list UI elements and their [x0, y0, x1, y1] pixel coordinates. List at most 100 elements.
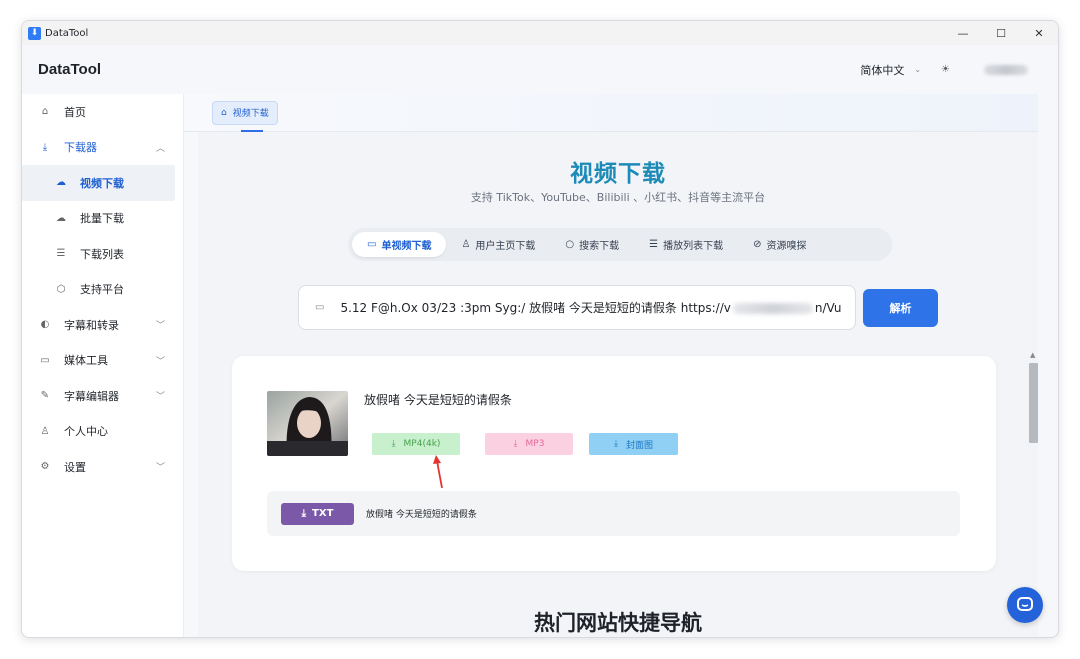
mode-tab-label: 资源嗅探 [766, 241, 807, 252]
list-icon: ☰ [649, 239, 659, 250]
video-icon: ▭ [367, 239, 377, 250]
video-icon: ▭ [315, 302, 325, 313]
sidebar-item-label: 字幕和转录 [64, 318, 119, 332]
download-mode-tabs: ▭ 单视频下载 ♙ 用户主页下载 ○ 搜索下载 ☰ 播放列表下载 ⊘ 资源嗅探 [348, 228, 892, 261]
sidebar-item-label: 个人中心 [64, 425, 108, 439]
close-button[interactable]: ✕ [1020, 21, 1058, 45]
chevron-down-icon: ﹀ [155, 356, 165, 367]
mode-tab-label: 单视频下载 [381, 241, 432, 252]
app-window: ⬇ DataTool — ☐ ✕ DataTool 简体中文 ⌄ ☀ ⌂ 首页 … [21, 20, 1059, 638]
home-icon: ⌂ [221, 107, 227, 118]
download-mp4-label: MP4(4k) [403, 439, 441, 449]
download-txt-button[interactable]: ⤓ TXT [281, 502, 354, 525]
home-icon: ⌂ [41, 106, 49, 118]
sidebar-item-home[interactable]: ⌂ 首页 [22, 94, 183, 130]
sidebar-item-video-download[interactable]: ☁ 视频下载 [22, 165, 175, 201]
mode-tab-single-video[interactable]: ▭ 单视频下载 [352, 232, 447, 257]
scroll-up-arrow-icon[interactable]: ▲ [1030, 351, 1035, 359]
sidebar-item-platforms[interactable]: ⬡ 支持平台 [22, 272, 183, 308]
mode-tab-user-profile[interactable]: ♙ 用户主页下载 [446, 232, 550, 257]
video-thumbnail[interactable] [267, 391, 348, 456]
sidebar-item-subtitle-editor[interactable]: ✎ 字幕编辑器 ﹀ [22, 378, 183, 414]
download-icon: ⤓ [614, 439, 618, 449]
minimize-button[interactable]: — [944, 21, 982, 45]
sidebar-item-media-tools[interactable]: ▭ 媒体工具 ﹀ [22, 343, 183, 379]
tab-video-download[interactable]: ⌂ 视频下载 [212, 100, 278, 132]
cube-icon: ⬡ [56, 283, 66, 295]
url-input[interactable]: ▭ 5.12 F@h.Ox 03/23 :3pm Syg:/ 放假啫 今天是短短… [298, 285, 856, 330]
download-icon: ⤓ [42, 141, 48, 153]
brand-name: DataTool [38, 61, 102, 78]
download-mp3-label: MP3 [525, 439, 545, 449]
chevron-down-icon: ⌄ [914, 65, 922, 74]
download-mp4-button[interactable]: ⤓ MP4(4k) [372, 433, 460, 455]
sidebar-item-profile[interactable]: ♙ 个人中心 [22, 414, 183, 450]
user-avatar-blurred[interactable] [984, 64, 1028, 75]
mic-icon: ◐ [40, 319, 50, 331]
edit-icon: ✎ [40, 390, 50, 402]
tabs-bar: ⌂ 视频下载 [184, 94, 1038, 132]
download-txt-label: TXT [312, 508, 334, 519]
download-icon: ⤓ [301, 508, 307, 519]
sidebar-item-settings[interactable]: ⚙ 设置 ﹀ [22, 449, 183, 485]
url-input-row: ▭ 5.12 F@h.Ox 03/23 :3pm Syg:/ 放假啫 今天是短短… [298, 285, 938, 330]
main-area: ⌂ 视频下载 视频下载 支持 TikTok、YouTube、Bilibili 、… [184, 94, 1038, 637]
mode-tab-label: 用户主页下载 [475, 241, 536, 252]
language-selector[interactable]: 简体中文 ⌄ [860, 62, 921, 78]
cloud-icon: ☁ [56, 212, 66, 224]
maximize-button[interactable]: ☐ [982, 21, 1020, 45]
user-icon: ♙ [461, 239, 471, 250]
user-icon: ♙ [40, 425, 50, 437]
transcript-title: 放假啫 今天是短短的请假条 [366, 510, 477, 520]
url-input-value: 5.12 F@h.Ox 03/23 :3pm Syg:/ 放假啫 今天是短短的请… [340, 299, 841, 316]
sidebar-item-label: 视频下载 [80, 176, 124, 190]
title-bar: ⬇ DataTool — ☐ ✕ [22, 21, 1058, 45]
chevron-down-icon: ﹀ [155, 321, 165, 332]
download-cover-button[interactable]: ⤓ 封面图 [589, 433, 678, 455]
compass-icon: ⊘ [753, 239, 762, 250]
sidebar-item-subtitles[interactable]: ◐ 字幕和转录 ﹀ [22, 307, 183, 343]
sidebar-item-label: 设置 [64, 460, 86, 474]
page-subtitle: 支持 TikTok、YouTube、Bilibili 、小红书、抖音等主流平台 [470, 191, 766, 204]
redacted-url-part [732, 303, 813, 314]
settings-icon: ⚙ [40, 461, 50, 473]
page-title: 视频下载 [570, 161, 666, 187]
parse-button[interactable]: 解析 [863, 288, 938, 327]
download-mp3-button[interactable]: ⤓ MP3 [485, 433, 573, 455]
sidebar-item-label: 字幕编辑器 [64, 389, 119, 403]
chevron-up-icon: ︿ [155, 143, 165, 154]
page-content: 视频下载 支持 TikTok、YouTube、Bilibili 、小红书、抖音等… [198, 132, 1038, 637]
window-title: DataTool [45, 27, 89, 39]
chat-support-button[interactable] [1007, 587, 1043, 623]
mode-tab-playlist[interactable]: ☰ 播放列表下载 [634, 232, 738, 257]
sidebar-item-downloader[interactable]: ⤓ 下载器 ︿ [22, 130, 183, 166]
sidebar-item-label: 支持平台 [80, 283, 124, 297]
annotation-arrow-icon [433, 455, 443, 489]
sidebar: ⌂ 首页 ⤓ 下载器 ︿ ☁ 视频下载 ☁ 批量下载 ☰ 下载列表 ⬡ 支持平台… [22, 94, 184, 637]
sidebar-item-download-list[interactable]: ☰ 下载列表 [22, 236, 183, 272]
mode-tab-label: 播放列表下载 [663, 241, 724, 252]
chevron-down-icon: ﹀ [155, 392, 165, 403]
download-icon: ⤓ [391, 439, 396, 449]
scrollbar-thumb[interactable] [1029, 363, 1038, 443]
url-suffix-text: n/Vu [814, 301, 842, 315]
sidebar-item-label: 下载器 [64, 141, 97, 155]
tab-label: 视频下载 [232, 109, 269, 119]
mode-tab-search[interactable]: ○ 搜索下载 [550, 232, 634, 257]
sidebar-item-batch-download[interactable]: ☁ 批量下载 [22, 201, 183, 237]
download-cover-label: 封面图 [625, 440, 653, 451]
mode-tab-sniffer[interactable]: ⊘ 资源嗅探 [738, 232, 821, 257]
list-icon: ☰ [56, 248, 66, 260]
download-icon: ⤓ [513, 439, 518, 449]
video-icon: ▭ [40, 354, 50, 366]
video-title: 放假啫 今天是短短的请假条 [364, 393, 512, 407]
sidebar-item-label: 媒体工具 [64, 354, 108, 368]
mode-tab-label: 搜索下载 [579, 241, 620, 252]
sidebar-item-label: 首页 [64, 105, 86, 119]
chat-icon [1017, 597, 1033, 611]
app-logo-icon: ⬇ [28, 26, 41, 40]
quick-nav-title: 热门网站快捷导航 [534, 611, 702, 635]
sun-icon[interactable]: ☀ [941, 64, 950, 75]
url-prefix-text: 5.12 F@h.Ox 03/23 :3pm Syg:/ 放假啫 今天是短短的请… [340, 301, 731, 315]
app-header: DataTool 简体中文 ⌄ ☀ [22, 45, 1058, 94]
